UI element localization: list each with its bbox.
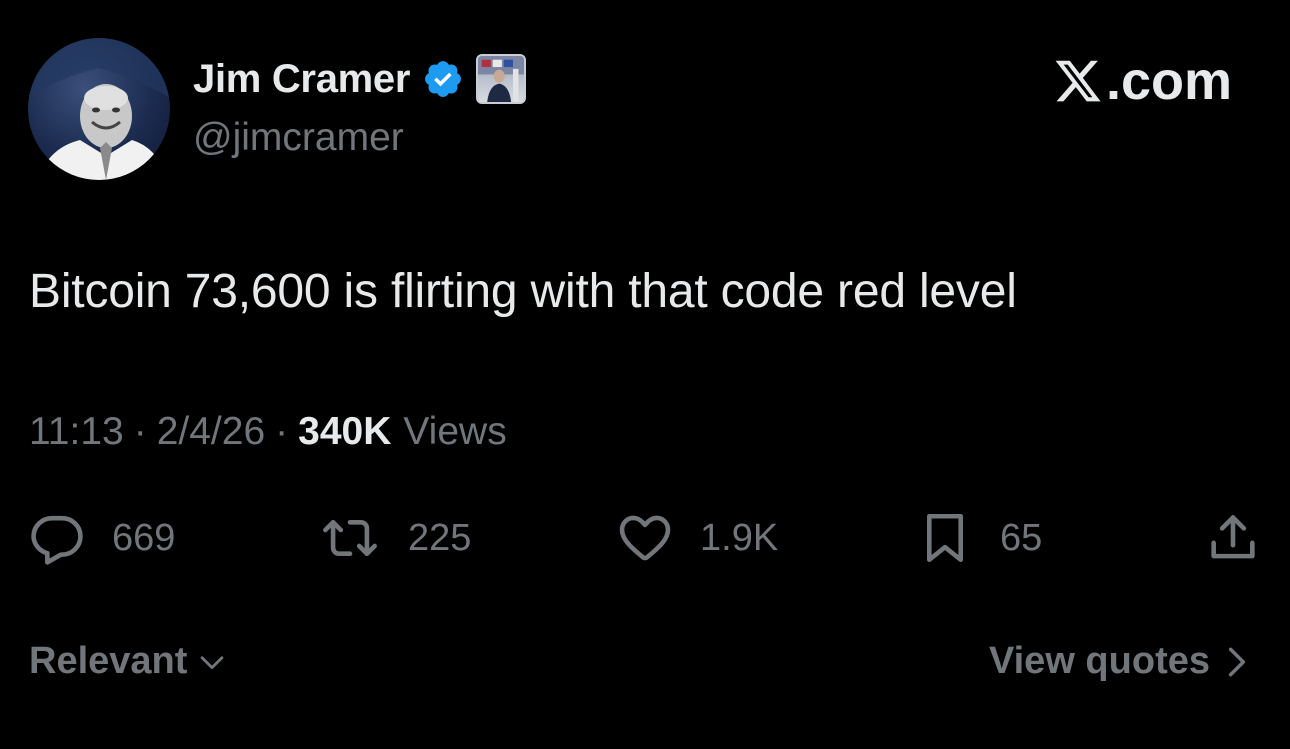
views-count[interactable]: 340K xyxy=(298,410,391,454)
sort-relevant-dropdown[interactable]: Relevant xyxy=(29,640,229,683)
tweet-meta: 11:13 · 2/4/26 · 340K Views xyxy=(29,410,507,454)
like-count: 1.9K xyxy=(700,516,779,559)
brand-watermark: .com xyxy=(1052,50,1232,112)
affiliate-badge-photo-icon xyxy=(478,56,525,102)
heart-icon xyxy=(619,515,671,561)
tweet-date[interactable]: 2/4/26 xyxy=(157,410,265,454)
tweet-text: Bitcoin 73,600 is flirting with that cod… xyxy=(29,265,1017,318)
views-label: Views xyxy=(403,410,507,453)
affiliate-badge[interactable] xyxy=(476,54,527,104)
x-logo-icon xyxy=(1055,60,1101,102)
bookmark-count: 65 xyxy=(1000,516,1043,559)
retweet-count: 225 xyxy=(408,516,472,559)
share-button[interactable] xyxy=(1204,508,1262,568)
bookmark-icon xyxy=(926,513,964,563)
reply-icon xyxy=(31,515,83,565)
bookmark-button[interactable]: 65 xyxy=(916,508,1042,568)
meta-separator: · xyxy=(133,410,147,453)
avatar[interactable] xyxy=(28,38,170,180)
like-button[interactable]: 1.9K xyxy=(616,508,778,568)
retweet-button[interactable]: 225 xyxy=(318,508,471,568)
share-icon xyxy=(1211,515,1255,559)
sort-label: Relevant xyxy=(29,640,188,682)
chevron-right-icon xyxy=(1228,647,1246,676)
action-bar: 669 225 1.9K 65 xyxy=(28,508,1260,568)
view-quotes-label: View quotes xyxy=(988,640,1210,682)
reply-button[interactable]: 669 xyxy=(28,508,175,568)
tweet-screenshot: Jim Cramer @jimcramer .com Bitcoin 73,60… xyxy=(0,0,1290,749)
tweet-time[interactable]: 11:13 xyxy=(29,410,124,454)
view-quotes-link[interactable]: View quotes xyxy=(989,640,1250,683)
profile-photo-icon xyxy=(28,38,170,180)
author-display-name[interactable]: Jim Cramer xyxy=(193,57,410,102)
verified-badge-icon xyxy=(425,61,462,97)
author-handle[interactable]: @jimcramer xyxy=(193,116,404,160)
brand-suffix: .com xyxy=(1105,51,1232,111)
author-name-row: Jim Cramer xyxy=(193,54,527,104)
chevron-down-icon xyxy=(201,655,224,669)
reply-count: 669 xyxy=(112,516,176,559)
retweet-icon xyxy=(323,519,377,557)
meta-separator: · xyxy=(275,410,289,453)
